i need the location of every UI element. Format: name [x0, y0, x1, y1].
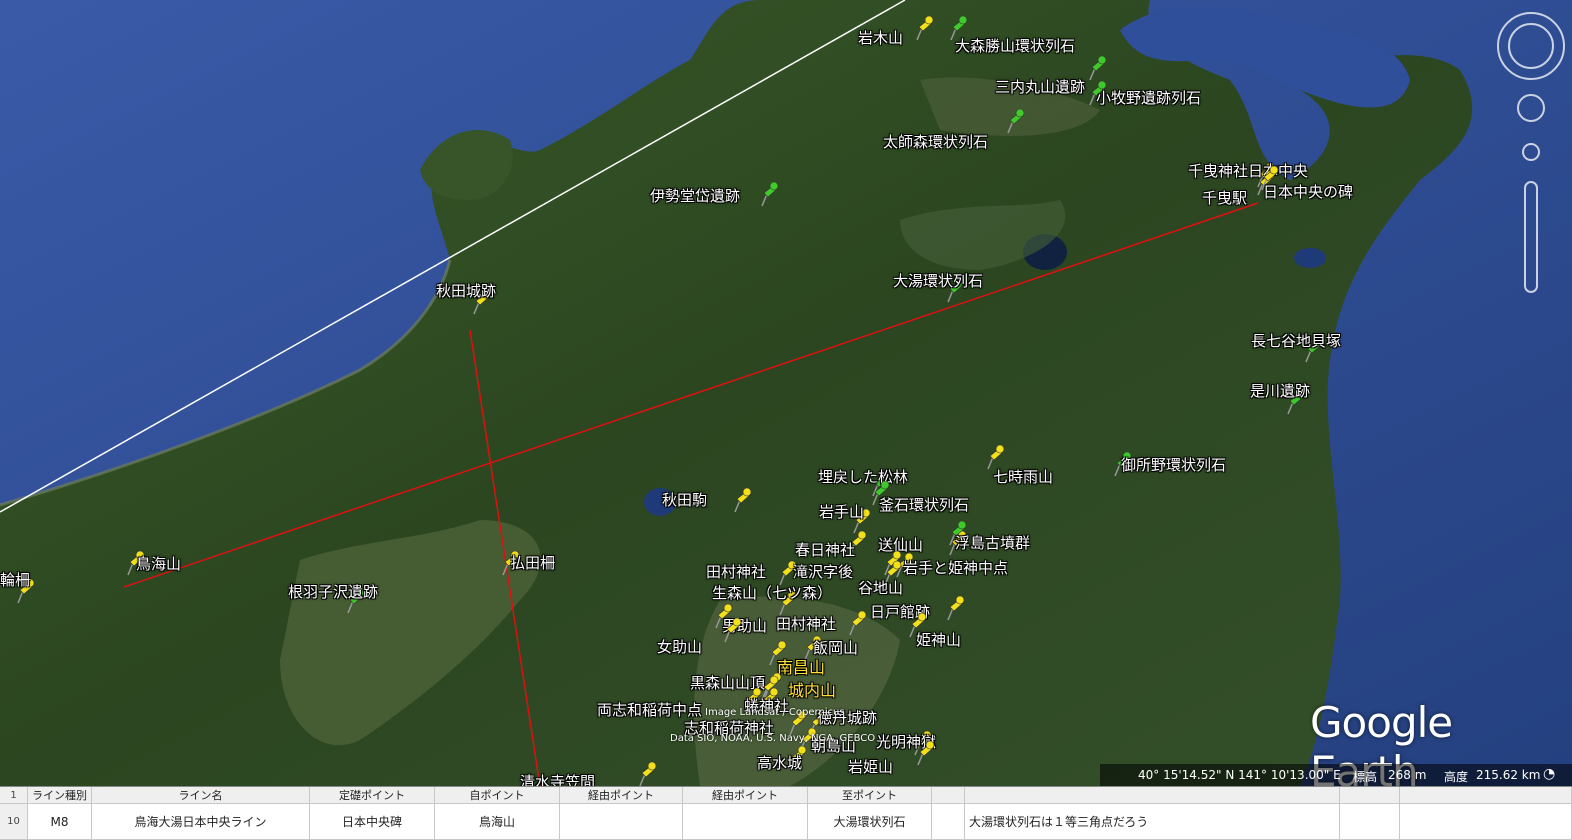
placemark-label[interactable]: 伊勢堂岱遺跡 [650, 188, 740, 204]
placemark-yellow-pin-icon[interactable] [846, 610, 868, 636]
table-data-cell[interactable]: 日本中央碑 [310, 804, 435, 840]
placemark-green-pin-icon[interactable] [758, 181, 780, 207]
placemark-label[interactable]: 払田柵 [510, 555, 555, 571]
placemark-label[interactable]: 城内山 [788, 683, 836, 699]
placemark-yellow-pin-icon[interactable] [944, 595, 966, 621]
table-data-cell[interactable] [560, 804, 683, 840]
placemark-yellow-pin-icon[interactable] [914, 740, 936, 766]
table-header-cell[interactable] [1400, 787, 1572, 804]
table-data-cell[interactable] [1340, 804, 1400, 840]
table-data-cell[interactable] [1400, 804, 1572, 840]
table-header-cell[interactable]: 経由ポイント [683, 787, 808, 804]
table-header-cell[interactable]: ライン種別 [28, 787, 92, 804]
placemark-label[interactable]: 御所野環状列石 [1121, 457, 1226, 473]
placemark-label[interactable]: 大森勝山環状列石 [955, 38, 1075, 54]
placemark-label[interactable]: 岩姫山 [848, 759, 893, 775]
placemark-label[interactable]: 千曳神社日本中央 [1188, 163, 1308, 179]
table-header-cell[interactable] [965, 787, 1340, 804]
loading-icon: ◔ [1543, 766, 1556, 782]
placemark-label[interactable]: 根羽子沢遺跡 [288, 584, 378, 600]
table-header-cell[interactable]: 至ポイント [808, 787, 932, 804]
placemark-label[interactable]: 秋田駒 [662, 492, 707, 508]
table-header-cell[interactable]: 1 [0, 787, 28, 804]
placemark-label[interactable]: 清水寺笠間 [520, 774, 595, 786]
placemark-label[interactable]: 日本中央の碑 [1263, 184, 1353, 200]
table-data-cell[interactable]: 大湯環状列石 [808, 804, 932, 840]
placemark-label[interactable]: 田村神社 [776, 616, 836, 632]
placemark-green-pin-icon[interactable] [1004, 108, 1026, 134]
table-header-cell[interactable] [1340, 787, 1400, 804]
table-header-cell[interactable]: 自ポイント [435, 787, 560, 804]
placemark-green-pin-icon[interactable] [1086, 55, 1108, 81]
placemark-yellow-pin-icon[interactable] [721, 617, 743, 643]
table-header-cell[interactable]: ライン名 [92, 787, 310, 804]
table-header-cell[interactable]: 定礎ポイント [310, 787, 435, 804]
placemark-label[interactable]: 岩木山 [858, 30, 903, 46]
placemark-label[interactable]: 三内丸山遺跡 [995, 79, 1085, 95]
placemark-label[interactable]: 姫神山 [916, 632, 961, 648]
placemark-label[interactable]: 田村神社 [706, 564, 766, 580]
table-data-cell[interactable]: 10 [0, 804, 28, 840]
table-header-cell[interactable]: 経由ポイント [560, 787, 683, 804]
placemark-label[interactable]: 長七谷地貝塚 [1251, 333, 1341, 349]
table-data-cell[interactable]: 鳥海山 [435, 804, 560, 840]
table-header-cell[interactable] [932, 787, 965, 804]
altitude-value: 215.62 km [1476, 768, 1541, 782]
placemark-label[interactable]: 釜石環状列石 [879, 497, 969, 513]
placemark-yellow-pin-icon[interactable] [984, 444, 1006, 470]
placemark-label[interactable]: 太師森環状列石 [883, 134, 988, 150]
coordinates-readout: 40° 15'14.52" N 141° 10'13.00" E [1138, 768, 1341, 782]
placemark-yellow-pin-icon[interactable] [913, 15, 935, 41]
placemark-label[interactable]: 春日神社 [795, 542, 855, 558]
placemark-label[interactable]: 秋田城跡 [436, 283, 496, 299]
line-table: 1 ライン種別 ライン名 定礎ポイント 自ポイント 経由ポイント 経由ポイント 至ポイント 10… [0, 786, 1572, 840]
placemark-label[interactable]: 鳥海山 [136, 556, 181, 572]
table-data-cell[interactable]: 鳥海大湯日本中央ライン [92, 804, 310, 840]
placemark-label[interactable]: 千曳駅 [1202, 190, 1247, 206]
placemark-label[interactable]: 両志和稲荷中点 [597, 702, 702, 718]
placemark-label[interactable]: 浮島古墳群 [955, 535, 1030, 551]
placemark-yellow-pin-icon[interactable] [731, 487, 753, 513]
data-credit: Data SIO, NOAA, U.S. Navy, NGA, GEBCO [670, 733, 876, 744]
placemark-yellow-pin-icon[interactable] [636, 761, 658, 786]
table-data-cell[interactable]: 大湯環状列石は１等三角点だろう [965, 804, 1340, 840]
table-data-cell[interactable]: M8 [28, 804, 92, 840]
placemark-label[interactable]: 女助山 [657, 639, 702, 655]
placemark-label[interactable]: 埋戻した松林 [818, 469, 908, 485]
elevation-value: 268 m [1388, 768, 1427, 782]
placemark-label[interactable]: 谷地山 [858, 580, 903, 596]
table-data-cell[interactable] [932, 804, 965, 840]
placemark-label[interactable]: 高水城 [757, 755, 802, 771]
placemark-label[interactable]: 小牧野遺跡列石 [1096, 90, 1201, 106]
imagery-credit: Image Landsat / Copernicus [705, 707, 845, 718]
placemark-label[interactable]: 飯岡山 [813, 640, 858, 656]
placemark-label[interactable]: 滝沢字後 [793, 564, 853, 580]
placemark-label[interactable]: 岩手と姫神中点 [903, 560, 1008, 576]
table-data-cell[interactable] [683, 804, 808, 840]
placemark-label[interactable]: 七時雨山 [993, 469, 1053, 485]
placemark-label[interactable]: 大湯環状列石 [893, 273, 983, 289]
placemark-label[interactable]: 南昌山 [777, 660, 825, 676]
placemark-label[interactable]: 生森山（七ツ森） [712, 585, 832, 601]
placemark-label[interactable]: 岩手山 [819, 504, 864, 520]
elevation-label: 標高 [1353, 770, 1378, 784]
placemark-label[interactable]: 輪柵 [0, 572, 30, 588]
altitude-label: 高度 [1444, 770, 1469, 784]
status-bar: 40° 15'14.52" N 141° 10'13.00" E 標高 268 … [1100, 764, 1572, 786]
map-view[interactable]: 岩木山大森勝山環状列石三内丸山遺跡 小牧野遺跡列石太師森環状列石千曳神社日本中央千… [0, 0, 1572, 786]
placemark-label[interactable]: 是川遺跡 [1250, 383, 1310, 399]
